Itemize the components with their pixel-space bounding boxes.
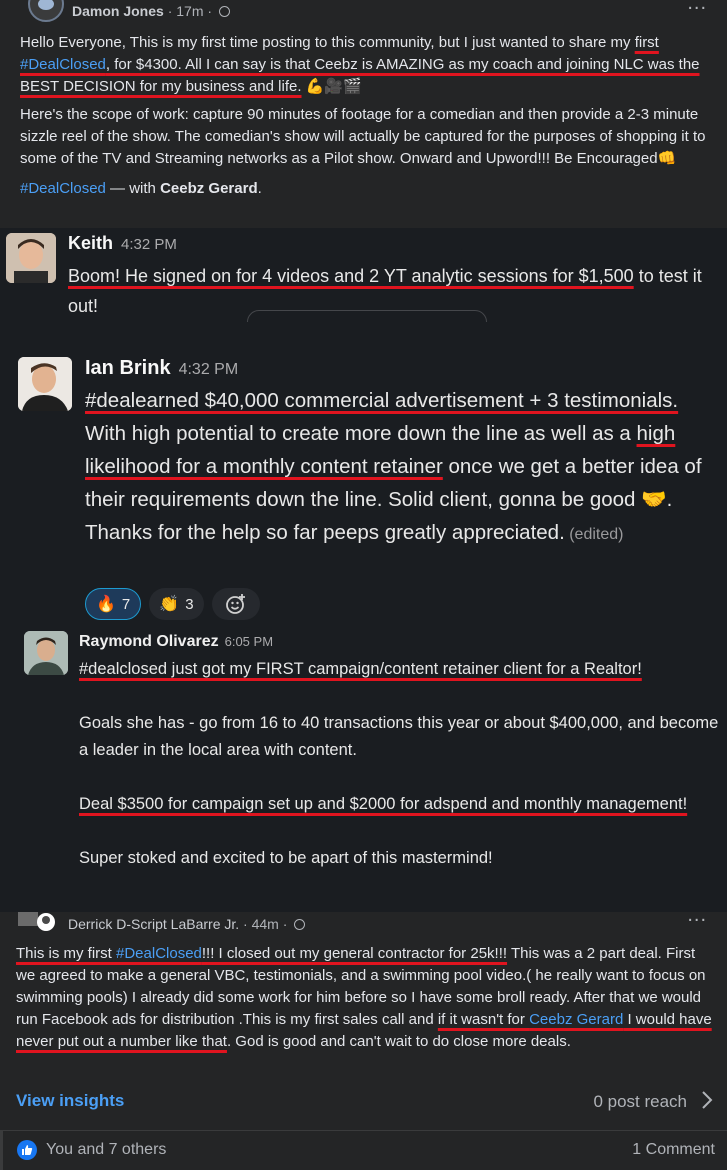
mention-link[interactable]: Ceebz Gerard — [529, 1011, 623, 1028]
post-meta: Derrick D-Script LaBarre Jr. · 44m · — [68, 916, 306, 932]
sender-name[interactable]: Raymond Olivarez 6:05 PM — [79, 633, 273, 651]
avatar[interactable] — [24, 631, 68, 675]
message-text: #dealearned $40,000 commercial advertise… — [85, 389, 702, 544]
like-icon[interactable] — [17, 1140, 37, 1160]
divider — [0, 1130, 3, 1170]
tagged-person-link[interactable]: Ceebz Gerard — [160, 180, 258, 197]
reactions-bar: 🔥 7 👏 3 — [85, 588, 260, 620]
clap-icon: 👏 — [159, 596, 180, 613]
post-time[interactable]: 44m — [252, 916, 279, 932]
chevron-right-icon[interactable] — [701, 1090, 713, 1110]
divider — [0, 1130, 727, 1131]
avatar-photo-icon — [6, 233, 56, 283]
slack-message-raymond: Raymond Olivarez 6:05 PM #dealclosed just… — [0, 628, 727, 912]
fire-icon: 🔥 — [96, 596, 116, 613]
post-time[interactable]: 17m — [176, 3, 203, 19]
sender-name[interactable]: Keith 4:32 PM — [68, 233, 177, 254]
more-options-icon[interactable]: ... — [687, 912, 707, 927]
thumbs-up-icon — [22, 1145, 33, 1155]
author-name[interactable]: Damon Jones — [72, 3, 164, 19]
post-meta: Damon Jones · 17m · — [72, 3, 230, 19]
post-reach[interactable]: 0 post reach — [593, 1092, 687, 1112]
reactions-summary[interactable]: You and 7 others — [46, 1141, 166, 1159]
more-options-icon[interactable]: ... — [687, 0, 707, 15]
add-reaction-button[interactable] — [211, 588, 260, 620]
post-body: Hello Everyone, This is my first time po… — [20, 32, 710, 206]
message-time[interactable]: 6:05 PM — [225, 634, 273, 649]
post-paragraph: Here's the scope of work: capture 90 min… — [20, 106, 706, 167]
reaction-clap[interactable]: 👏 3 — [149, 588, 204, 620]
globe-icon — [218, 6, 230, 17]
message-time[interactable]: 4:32 PM — [179, 361, 239, 378]
facebook-post-derrick: Derrick D-Script LaBarre Jr. · 44m · ...… — [0, 912, 727, 1170]
author-name[interactable]: Derrick D-Script LaBarre Jr. — [68, 916, 239, 932]
avatar-photo-icon — [18, 912, 55, 931]
post-body: This is my first #DealClosed!!! I closed… — [16, 945, 712, 1050]
tagged-line: #DealClosed — with Ceebz Gerard. — [20, 180, 262, 197]
facebook-post-damon: Damon Jones · 17m · ... Hello Everyone, … — [0, 0, 727, 228]
edited-label: (edited) — [564, 526, 624, 543]
sender-name[interactable]: Ian Brink 4:32 PM — [85, 357, 238, 380]
message-text: #dealclosed just got my FIRST campaign/c… — [79, 660, 719, 867]
post-paragraph: Hello Everyone, This is my first time po… — [20, 34, 700, 95]
hashtag-link[interactable]: #DealClosed — [20, 56, 106, 73]
avatar[interactable] — [28, 0, 64, 22]
avatar-photo-icon — [18, 357, 72, 411]
avatar[interactable] — [6, 233, 56, 283]
avatar-photo-icon — [24, 631, 68, 675]
thread-reply-bar[interactable] — [247, 310, 487, 322]
add-emoji-icon — [225, 594, 245, 614]
slack-message-keith: Keith 4:32 PM Boom! He signed on for 4 vi… — [0, 228, 727, 322]
avatar[interactable] — [18, 357, 72, 411]
slack-message-ian: Ian Brink 4:32 PM #dealearned $40,000 com… — [0, 322, 727, 628]
message-time[interactable]: 4:32 PM — [121, 236, 177, 253]
globe-icon — [294, 919, 306, 930]
comments-count[interactable]: 1 Comment — [632, 1141, 715, 1159]
view-insights-link[interactable]: View insights — [16, 1091, 124, 1111]
hashtag-link[interactable]: #DealClosed — [116, 945, 202, 962]
reaction-fire[interactable]: 🔥 7 — [85, 588, 142, 620]
hashtag-link[interactable]: #DealClosed — [20, 180, 106, 197]
avatar[interactable] — [18, 912, 58, 932]
